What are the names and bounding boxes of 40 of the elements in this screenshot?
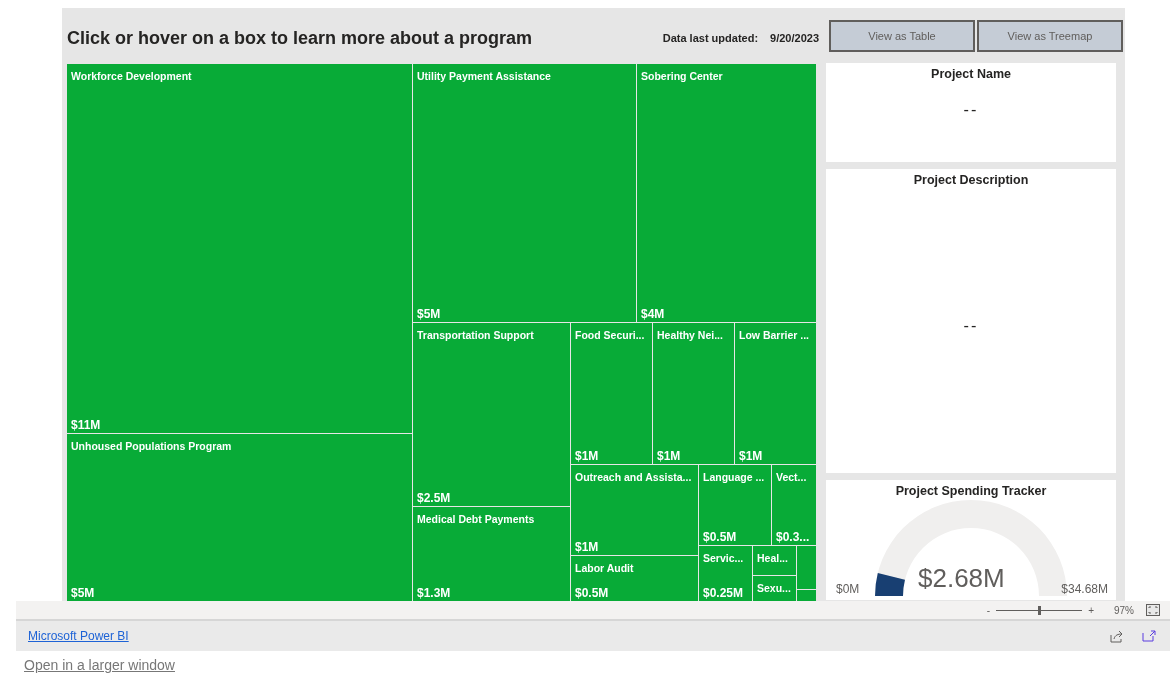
treemap-tile[interactable]: Low Barrier ... $1M <box>735 323 816 464</box>
updated-date: 9/20/2023 <box>770 31 819 44</box>
project-name-value: -- <box>963 101 979 119</box>
treemap-tile[interactable]: Sexu... <box>753 576 796 601</box>
treemap-tile[interactable]: Food Securi... $1M <box>571 323 652 464</box>
card-title: Project Name <box>931 67 1011 81</box>
gauge-max: $34.68M <box>1061 582 1108 596</box>
treemap-tile[interactable]: Healthy Nei... $1M <box>653 323 734 464</box>
treemap-tile[interactable]: Utility Payment Assistance $5M <box>413 64 636 322</box>
zoom-in-button[interactable]: + <box>1088 604 1094 616</box>
treemap-tile[interactable]: Sobering Center $4M <box>637 64 816 322</box>
view-button[interactable]: View as Table <box>829 19 975 52</box>
card-title: Project Description <box>913 173 1029 187</box>
treemap-tile[interactable]: Workforce Development $11M <box>67 64 412 433</box>
treemap-tile[interactable]: Language ... $0.5M <box>699 465 771 545</box>
updated-label: Data last updated: <box>662 31 759 44</box>
zoom-thumb[interactable] <box>1038 605 1042 615</box>
view-button[interactable]: View as Treemap <box>977 19 1123 52</box>
treemap-tile[interactable]: Vect... $0.3... <box>772 465 816 545</box>
treemap-tile[interactable]: Medical Debt Payments $1.3M <box>413 507 570 601</box>
treemap-tile[interactable]: Labor Audit $0.5M <box>571 556 698 601</box>
share-icon[interactable] <box>1110 629 1124 643</box>
treemap-tile[interactable]: Outreach and Assista... $1M <box>571 465 698 555</box>
open-larger-window-link[interactable]: Open in a larger window <box>24 657 1175 673</box>
popout-icon[interactable] <box>1142 630 1156 643</box>
card-title: Project Spending Tracker <box>895 484 1047 498</box>
gauge-fill <box>875 573 905 596</box>
treemap-tile[interactable] <box>797 590 816 601</box>
report-title: Click or hover on a box to learn more about a program <box>67 28 534 49</box>
treemap-tile[interactable]: Heal... <box>753 546 796 575</box>
treemap-tile[interactable] <box>797 546 816 589</box>
zoom-percent: 97% <box>1114 604 1134 616</box>
fit-to-page-icon[interactable] <box>1146 604 1160 617</box>
gauge-value: $2.68M <box>918 563 1005 594</box>
gauge-min: $0M <box>836 582 860 596</box>
treemap-tile[interactable]: Servic... $0.25M <box>699 546 752 601</box>
project-description-value: -- <box>963 317 979 335</box>
treemap-tile[interactable]: Transportation Support $2.5M <box>413 323 570 506</box>
zoom-out-button[interactable]: - <box>986 604 991 616</box>
treemap-tile[interactable]: Unhoused Populations Program $5M <box>67 434 412 601</box>
